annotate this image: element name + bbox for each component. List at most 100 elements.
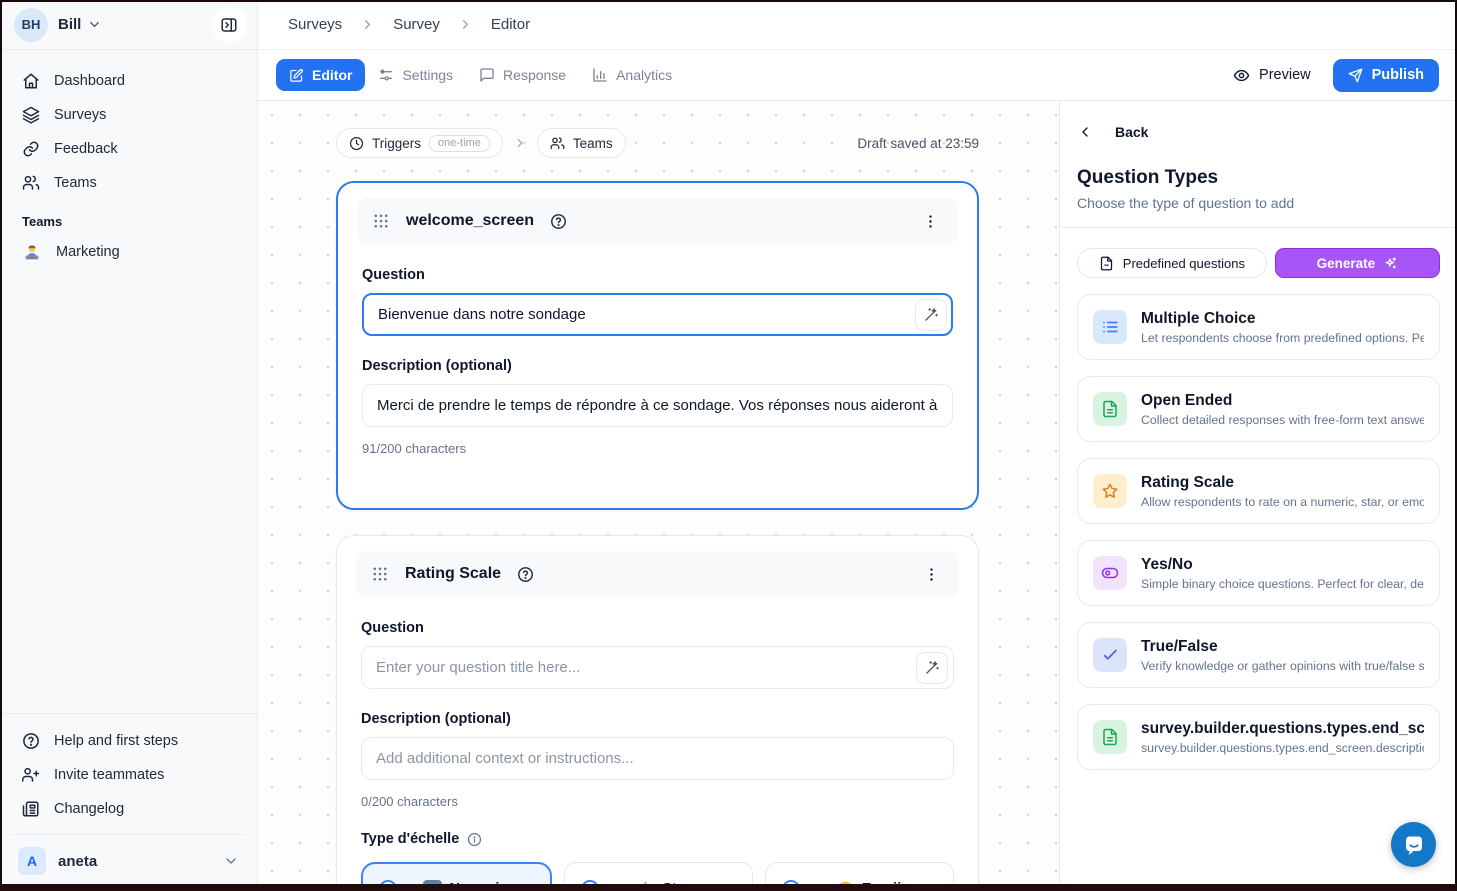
user-name[interactable]: Bill [58,16,81,33]
question-type-open-ended[interactable]: Open Ended Collect detailed responses wi… [1077,376,1440,442]
collapse-sidebar-button[interactable] [211,7,247,43]
predefined-questions-button[interactable]: Predefined questions [1077,248,1267,278]
info-icon[interactable] [467,832,482,847]
sidebar-item-help[interactable]: Help and first steps [12,724,245,758]
chevron-right-icon [458,17,473,32]
breadcrumb-surveys[interactable]: Surveys [288,16,342,33]
breadcrumb-editor[interactable]: Editor [491,16,530,33]
chevron-left-icon [1077,124,1093,140]
magic-wand-button[interactable] [915,299,947,331]
org-avatar: A [18,847,46,875]
card-header[interactable]: welcome_screen [357,198,958,244]
sidebar-spacer [0,269,257,713]
bar-chart-icon [592,67,608,83]
chevron-right-icon [360,17,375,32]
generate-button[interactable]: Generate [1275,248,1440,278]
tab-label: Settings [402,67,453,83]
toolbar-right: Preview Publish [1233,59,1439,92]
question-card-rating[interactable]: Rating Scale Question Description (optio… [336,535,979,891]
radio-icon[interactable] [782,880,800,891]
kebab-menu-icon[interactable] [919,562,944,587]
radio-checked-icon[interactable] [379,880,397,891]
pencil-square-icon [289,68,304,83]
help-circle-icon[interactable] [550,213,567,230]
question-type-end-screen[interactable]: survey.builder.questions.types.end_scr..… [1077,704,1440,770]
help-circle-icon[interactable] [517,566,534,583]
question-types-panel: Back Question Types Choose the type of q… [1059,101,1457,891]
triggers-pill[interactable]: Triggers one-time [336,128,503,158]
description-input[interactable] [362,384,953,427]
radio-icon[interactable] [581,880,599,891]
scale-type-label: Type d'échelle [361,831,954,847]
sidebar-item-dashboard[interactable]: Dashboard [12,64,245,98]
sidebar-item-marketing[interactable]: Marketing [12,235,245,269]
type-description: Let respondents choose from predefined o… [1141,331,1424,345]
scale-option-numeric[interactable]: # Numeric [361,862,552,891]
scale-option-label: Stars [662,881,698,891]
question-type-true-false[interactable]: True/False Verify knowledge or gather op… [1077,622,1440,688]
question-type-multiple-choice[interactable]: Multiple Choice Let respondents choose f… [1077,294,1440,360]
preview-button[interactable]: Preview [1233,67,1311,84]
user-avatar[interactable]: BH [14,8,48,42]
card-header[interactable]: Rating Scale [356,551,959,597]
toggle-icon [1093,556,1127,590]
draft-status: Draft saved at 23:59 [857,136,979,151]
sidebar-item-label: Invite teammates [54,767,164,783]
back-button[interactable]: Back [1077,124,1440,140]
sidebar-item-teams[interactable]: Teams [12,166,245,200]
scale-option-emoji[interactable]: Emoji [765,862,954,891]
sidebar-item-feedback[interactable]: Feedback [12,132,245,166]
sidebar-header: BH Bill [0,0,257,50]
breadcrumb: Surveys Survey Editor [258,0,1457,50]
sidebar-item-invite[interactable]: Invite teammates [12,758,245,792]
description-input-wrap [361,737,954,780]
user-plus-icon [22,766,40,784]
divider [1060,227,1457,228]
breadcrumb-survey[interactable]: Survey [393,16,440,33]
question-input[interactable] [361,646,954,689]
kebab-menu-icon[interactable] [918,209,943,234]
tab-response[interactable]: Response [466,59,579,91]
tab-analytics[interactable]: Analytics [579,59,685,91]
drag-handle-icon[interactable] [372,212,390,230]
type-description: Allow respondents to rate on a numeric, … [1141,495,1424,509]
type-name: Open Ended [1141,392,1424,410]
description-input[interactable] [361,737,954,780]
sidebar-footer: Help and first steps Invite teammates Ch… [0,713,257,826]
survey-canvas: Triggers one-time Teams Draft saved at 2… [258,101,1059,891]
scale-option-stars[interactable]: Stars [564,862,753,891]
chevron-right-icon [513,136,527,150]
card-title: welcome_screen [406,212,534,230]
drag-handle-icon[interactable] [371,565,389,583]
app-root: BH Bill Dashboard Surveys Feedback [0,0,1457,891]
sidebar-item-changelog[interactable]: Changelog [12,792,245,826]
magic-wand-button[interactable] [916,652,948,684]
tab-settings[interactable]: Settings [365,59,466,91]
clock-icon [349,136,364,151]
sidebar-item-label: Help and first steps [54,733,178,749]
publish-button[interactable]: Publish [1333,59,1439,92]
question-card-welcome[interactable]: welcome_screen Question Description (opt… [336,181,979,510]
sidebar-item-surveys[interactable]: Surveys [12,98,245,132]
question-input-wrap [362,293,953,336]
question-type-rating-scale[interactable]: Rating Scale Allow respondents to rate o… [1077,458,1440,524]
type-description: Verify knowledge or gather opinions with… [1141,659,1424,673]
help-circle-icon [22,732,40,750]
teams-pill[interactable]: Teams [537,128,626,158]
question-input[interactable] [362,293,953,336]
scale-options-row: # Numeric Stars [361,862,954,891]
question-type-yes-no[interactable]: Yes/No Simple binary choice questions. P… [1077,540,1440,606]
chat-widget-button[interactable] [1391,822,1436,867]
question-input-wrap [361,646,954,689]
panel-title: Question Types [1077,167,1440,189]
question-label: Question [361,620,954,636]
list-icon [1093,310,1127,344]
card-body: Question Description (optional) 0/200 ch… [337,597,978,891]
tab-editor[interactable]: Editor [276,59,365,91]
workarea: Triggers one-time Teams Draft saved at 2… [258,101,1457,891]
canvas-header: Triggers one-time Teams Draft saved at 2… [336,128,979,158]
sidebar-item-label: Teams [54,175,97,191]
type-description: Collect detailed responses with free-for… [1141,413,1424,427]
chevron-down-icon[interactable] [87,17,102,32]
org-switcher[interactable]: A aneta [12,834,245,891]
